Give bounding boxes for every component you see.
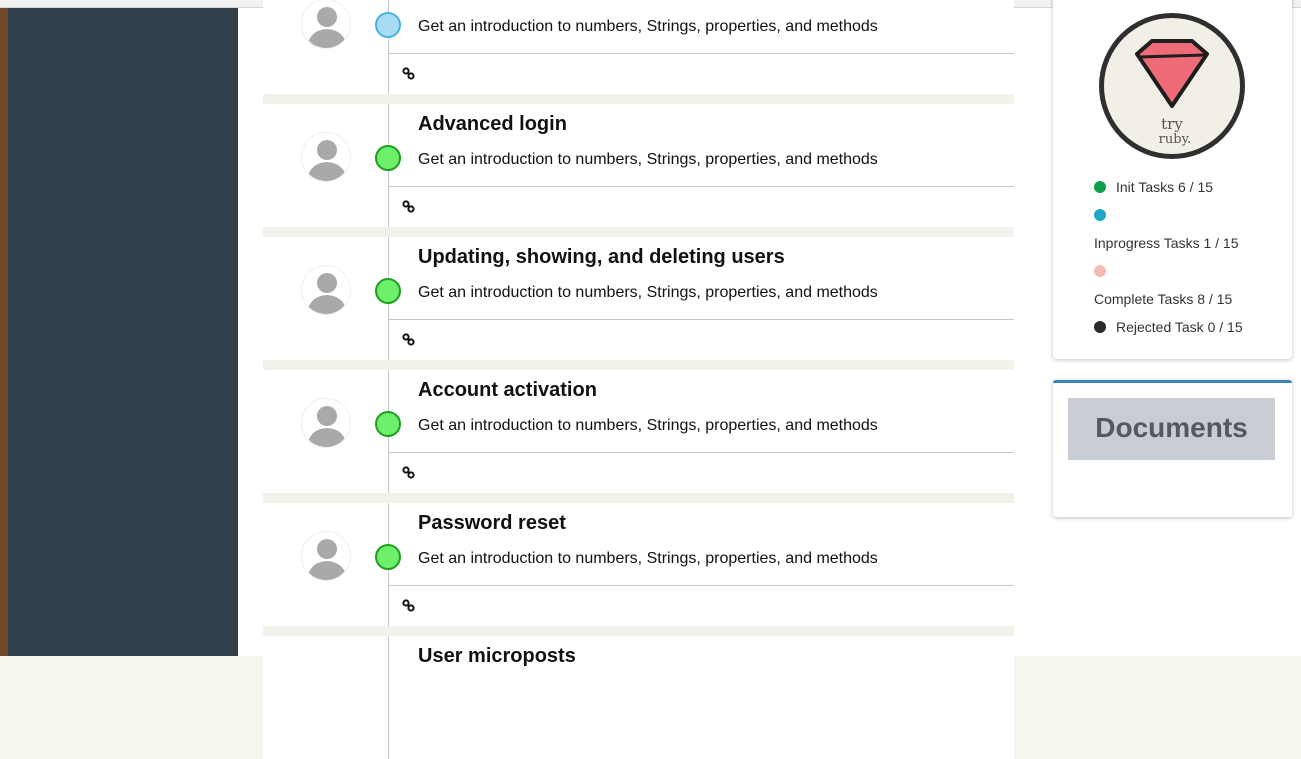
task-title[interactable]: User microposts	[418, 645, 576, 668]
link-icon[interactable]	[401, 199, 417, 215]
task-card: Account activation Get an introduction t…	[263, 370, 1014, 493]
legend-inprogress: Inprogress Tasks 1 / 15	[1094, 235, 1239, 251]
legend-label: Rejected Task	[1116, 319, 1204, 335]
task-description: Get an introduction to numbers, Strings,…	[418, 417, 878, 434]
legend-count: 6 / 15	[1178, 179, 1214, 195]
task-status-panel: try ruby. Init Tasks 6 / 15 Inprogress T…	[1053, 0, 1292, 359]
task-description: Get an introduction to numbers, Strings,…	[418, 284, 878, 301]
svg-text:ruby.: ruby.	[1159, 132, 1192, 147]
status-dot-init	[375, 278, 401, 304]
legend-init: Init Tasks 6 / 15	[1094, 179, 1213, 195]
link-icon[interactable]	[401, 66, 417, 82]
legend-count: 1 / 15	[1203, 235, 1239, 251]
divider	[388, 53, 1014, 54]
task-card: User microposts	[263, 636, 1014, 759]
try-ruby-logo: try ruby.	[1097, 11, 1247, 161]
sidebar	[8, 8, 238, 656]
legend-label: Inprogress Tasks	[1094, 235, 1200, 251]
task-title[interactable]: Account activation	[418, 379, 597, 402]
avatar	[301, 398, 351, 448]
avatar	[301, 132, 351, 182]
status-dot-init	[375, 411, 401, 437]
link-icon[interactable]	[401, 465, 417, 481]
rejected-status-dot	[1094, 321, 1106, 333]
legend-count: 8 / 15	[1197, 291, 1233, 307]
status-dot-init	[375, 145, 401, 171]
avatar	[301, 0, 351, 49]
avatar	[301, 265, 351, 315]
status-dot-init	[375, 544, 401, 570]
inprogress-status-dot	[1094, 209, 1106, 221]
divider	[388, 452, 1014, 453]
divider	[388, 186, 1014, 187]
documents-button[interactable]: Documents	[1068, 398, 1275, 460]
divider	[388, 585, 1014, 586]
task-description: Get an introduction to numbers, Strings,…	[418, 151, 878, 168]
logo-text: try	[1161, 115, 1183, 133]
task-card: Password reset Get an introduction to nu…	[263, 503, 1014, 626]
task-description: Get an introduction to numbers, Strings,…	[418, 18, 878, 35]
task-title[interactable]: Updating, showing, and deleting users	[418, 246, 785, 269]
divider	[388, 319, 1014, 320]
task-title[interactable]: Advanced login	[418, 113, 567, 136]
task-card: Get an introduction to numbers, Strings,…	[263, 0, 1014, 94]
complete-status-dot	[1094, 265, 1106, 277]
timeline-line	[388, 636, 389, 759]
link-icon[interactable]	[401, 598, 417, 614]
status-dot-inprogress	[375, 12, 401, 38]
task-title[interactable]: Password reset	[418, 512, 566, 535]
avatar	[301, 531, 351, 581]
task-card: Updating, showing, and deleting users Ge…	[263, 237, 1014, 360]
task-card: Advanced login Get an introduction to nu…	[263, 104, 1014, 227]
legend-label: Init Tasks	[1116, 179, 1175, 195]
legend-rejected: Rejected Task 0 / 15	[1094, 319, 1243, 335]
window-edge	[0, 8, 8, 656]
legend-label: Complete Tasks	[1094, 291, 1194, 307]
legend-inprogress-dot	[1094, 207, 1116, 223]
init-status-dot	[1094, 181, 1106, 193]
legend-complete-dot	[1094, 263, 1116, 279]
legend-count: 0 / 15	[1207, 319, 1243, 335]
task-description: Get an introduction to numbers, Strings,…	[418, 550, 878, 567]
documents-panel: Documents	[1053, 380, 1292, 517]
link-icon[interactable]	[401, 332, 417, 348]
legend-complete: Complete Tasks 8 / 15	[1094, 291, 1232, 307]
